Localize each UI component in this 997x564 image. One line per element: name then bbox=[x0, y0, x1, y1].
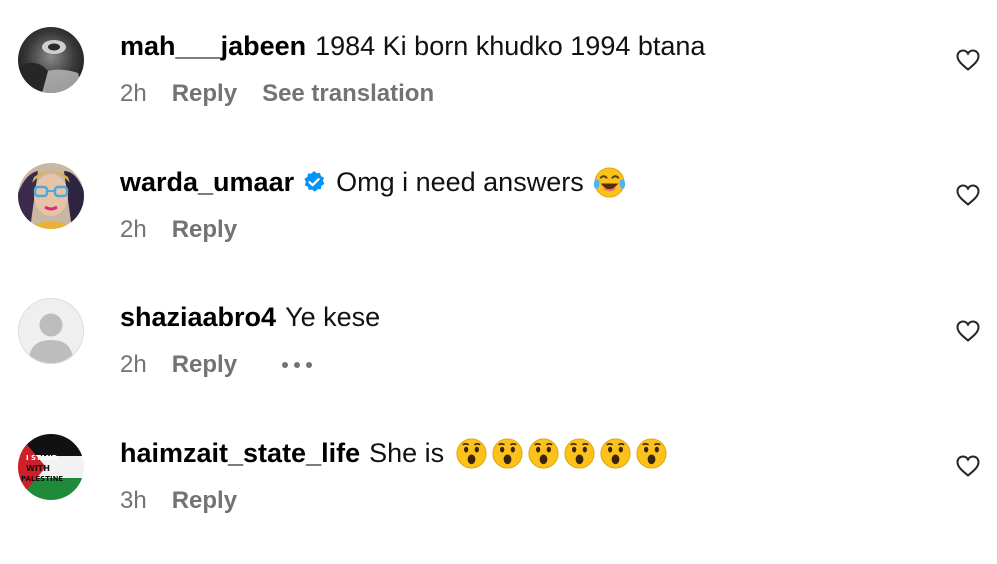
comment-item: warda_umaar Omg i need answers 2h Reply bbox=[0, 163, 997, 293]
avatar[interactable] bbox=[18, 298, 84, 364]
comment-item: shaziaabro4 Ye kese 2h Reply bbox=[0, 298, 997, 428]
palestine-flag-avatar-icon: I STAND WITH PALESTINE bbox=[18, 434, 84, 500]
comment-text: 1984 Ki born khudko 1994 btana bbox=[315, 30, 706, 61]
heart-icon[interactable] bbox=[956, 320, 980, 342]
avatar[interactable] bbox=[18, 27, 84, 93]
username[interactable]: mah___jabeen bbox=[120, 31, 306, 62]
comment-item: mah___jabeen 1984 Ki born khudko 1994 bt… bbox=[0, 27, 997, 157]
default-gray-avatar-icon bbox=[18, 298, 84, 364]
avatar[interactable] bbox=[18, 163, 84, 229]
avatar-text: WITH bbox=[26, 464, 50, 473]
hushed-face-icon bbox=[600, 437, 631, 469]
heart-icon[interactable] bbox=[956, 184, 980, 206]
heart-icon[interactable] bbox=[956, 455, 980, 477]
comment-text: Omg i need answers bbox=[336, 166, 584, 197]
woman-with-glasses-avatar-icon bbox=[18, 163, 84, 229]
comment-timestamp: 2h bbox=[120, 351, 147, 378]
hushed-face-icon bbox=[456, 437, 487, 469]
username[interactable]: haimzait_state_life bbox=[120, 438, 360, 469]
hushed-face-icon bbox=[636, 437, 667, 469]
hushed-face-icon bbox=[564, 437, 595, 469]
face-with-tears-of-joy-icon bbox=[593, 166, 625, 198]
comment-text: She is bbox=[369, 437, 445, 468]
verified-badge-icon bbox=[304, 171, 325, 192]
reply-button[interactable]: Reply bbox=[172, 216, 237, 244]
emoji-row bbox=[452, 437, 668, 470]
username[interactable]: shaziaabro4 bbox=[120, 302, 276, 333]
comment-timestamp: 2h bbox=[120, 216, 147, 243]
avatar-text: I STAND bbox=[26, 454, 58, 462]
hushed-face-icon bbox=[492, 437, 523, 469]
ellipsis-icon[interactable] bbox=[282, 362, 313, 368]
reply-button[interactable]: Reply bbox=[172, 351, 237, 379]
comment-timestamp: 3h bbox=[120, 487, 147, 514]
avatar[interactable]: I STAND WITH PALESTINE bbox=[18, 434, 84, 500]
hushed-face-icon bbox=[528, 437, 559, 469]
reply-button[interactable]: Reply bbox=[172, 80, 237, 108]
dark-portrait-avatar-icon bbox=[18, 27, 84, 93]
comment-text: Ye kese bbox=[285, 301, 381, 332]
comment-timestamp: 2h bbox=[120, 80, 147, 107]
comment-item: I STAND WITH PALESTINE haimzait_state_li… bbox=[0, 434, 997, 564]
username[interactable]: warda_umaar bbox=[120, 167, 294, 198]
heart-icon[interactable] bbox=[956, 49, 980, 71]
avatar-text: PALESTINE bbox=[21, 475, 63, 483]
see-translation-button[interactable]: See translation bbox=[262, 80, 434, 108]
reply-button[interactable]: Reply bbox=[172, 487, 237, 515]
